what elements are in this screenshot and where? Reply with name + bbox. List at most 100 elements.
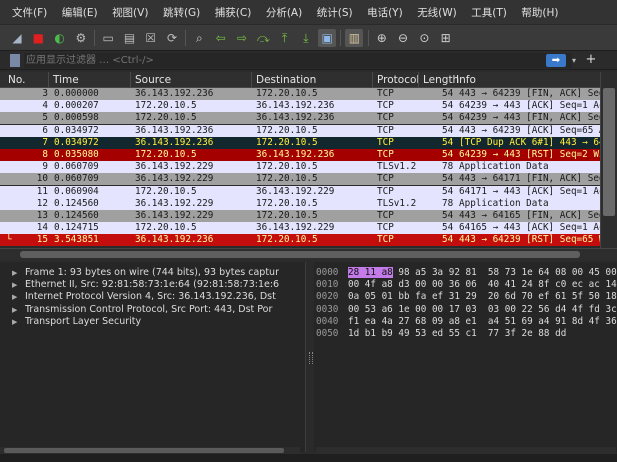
column-header-time[interactable]: Time — [48, 72, 79, 88]
packet-row[interactable]: 12 0.124560 36.143.192.229 172.20.10.5 TLSv1… — [0, 197, 600, 210]
close-file-icon[interactable]: ☒ — [142, 29, 160, 47]
zoom-out-icon[interactable]: ⊖ — [394, 29, 412, 47]
menubar: 文件(F) 编辑(E) 视图(V) 跳转(G) 捕获(C) 分析(A) 统计(S) 电话(Y)… — [0, 0, 617, 24]
expand-arrow-icon[interactable]: ▶ — [12, 304, 17, 316]
vertical-scroll-thumb[interactable] — [603, 88, 615, 216]
column-header-length[interactable]: Length — [418, 72, 459, 88]
column-header-info[interactable]: Info — [456, 72, 476, 88]
packet-row[interactable]: 9 0.060709 36.143.192.229 172.20.10.5 TLSv1.… — [0, 161, 600, 174]
normal-size-icon[interactable]: ⊙ — [415, 29, 433, 47]
packet-info: [TCP Dup ACK 6#1] 443 → 64239 — [459, 136, 600, 148]
detail-tree-item[interactable]: ▶ Internet Protocol Version 4, Src: 36.14… — [0, 291, 305, 303]
detail-tree-item[interactable]: ▶ Transmission Control Protocol, Src Port… — [0, 304, 305, 316]
capture-options-icon[interactable]: ⚙ — [72, 29, 90, 47]
packet-row[interactable]: 8 0.035080 172.20.10.5 36.143.192.236 TCP 54 6… — [0, 149, 600, 161]
packet-row[interactable]: 3 0.000000 36.143.192.236 172.20.10.5 TCP 54 4… — [0, 88, 600, 100]
menu-item-8[interactable]: 无线(W) — [417, 5, 457, 20]
hex-bytes-text: 98 a5 3a 92 81 58 73 1e 64 08 00 45 00 — [392, 267, 617, 278]
go-forward-icon[interactable]: ⇨ — [233, 29, 251, 47]
packet-destination: 36.143.192.236 — [256, 149, 335, 160]
packet-length: 54 — [442, 100, 454, 112]
packet-info: 64171 → 443 [ACK] Seq=1 Ack — [459, 185, 600, 197]
packet-row[interactable]: 10 0.060709 36.143.192.229 172.20.10.5 TCP 54… — [0, 173, 600, 186]
detail-tree-item[interactable]: ▶ Frame 1: 93 bytes on wire (744 bits), 9… — [0, 267, 305, 279]
details-horizontal-scrollbar[interactable] — [0, 447, 300, 454]
menu-item-6[interactable]: 统计(S) — [317, 5, 353, 20]
packet-source: 36.143.192.236 — [135, 136, 214, 148]
packet-list[interactable]: 3 0.000000 36.143.192.236 172.20.10.5 TCP 54 4… — [0, 88, 600, 248]
colorize-icon[interactable]: ▥ — [345, 28, 364, 47]
packet-time: 0.035080 — [54, 149, 99, 160]
bookmark-filter-icon[interactable] — [10, 54, 20, 67]
packet-row[interactable]: └ 15 3.543851 36.143.192.236 172.20.10.5 TCP 5… — [0, 234, 600, 247]
first-packet-icon[interactable]: ⤒ — [276, 29, 294, 47]
reload-file-icon[interactable]: ⟳ — [163, 29, 181, 47]
hex-bytes: f1 ea 4a 27 68 09 a8 e1 a4 51 69 a4 91 8… — [348, 316, 617, 328]
packet-row[interactable]: 13 0.124560 36.143.192.229 172.20.10.5 TCP 54… — [0, 210, 600, 222]
expand-arrow-icon[interactable]: ▶ — [12, 267, 17, 279]
column-header-source[interactable]: Source — [130, 72, 171, 88]
hex-bytes-text: 00 4f a8 d3 00 00 36 06 40 41 24 8f c0 e… — [348, 279, 617, 291]
column-header-destination[interactable]: Destination — [251, 72, 316, 88]
packet-no: 7 — [42, 136, 48, 148]
menu-item-10[interactable]: 帮助(H) — [521, 5, 558, 20]
toolbar-separator — [367, 29, 369, 46]
packet-row[interactable]: 7 0.034972 36.143.192.236 172.20.10.5 TCP 54 [… — [0, 136, 600, 149]
packet-row[interactable]: 4 0.000207 172.20.10.5 36.143.192.236 TCP 54 6… — [0, 100, 600, 113]
column-header-no[interactable]: No. — [4, 72, 25, 88]
hex-offset: 0050 — [316, 328, 339, 339]
menu-item-9[interactable]: 工具(T) — [471, 5, 507, 20]
expand-arrow-icon[interactable]: ▶ — [12, 291, 17, 303]
resize-columns-icon[interactable]: ⊞ — [437, 29, 455, 47]
display-filter-input[interactable] — [24, 53, 572, 68]
go-to-packet-icon[interactable]: ⤼ — [254, 29, 272, 47]
restart-capture-icon[interactable]: ◐ — [51, 29, 69, 47]
packet-bytes-pane[interactable]: 0000 28 11 a8 98 a5 3a 92 81 58 73 1e 64 … — [314, 262, 617, 452]
toolbar-separator — [340, 29, 342, 46]
apply-filter-button[interactable]: ➡ — [546, 54, 566, 67]
packet-source: 36.143.192.229 — [135, 173, 214, 185]
details-scroll-thumb[interactable] — [4, 448, 284, 453]
menu-item-5[interactable]: 分析(A) — [266, 5, 302, 20]
expand-arrow-icon[interactable]: ▶ — [12, 316, 17, 328]
splitter-grip-icon[interactable] — [309, 352, 313, 364]
packet-row[interactable]: 6 0.034972 36.143.192.236 172.20.10.5 TCP 54 4… — [0, 124, 600, 137]
save-file-icon[interactable]: ▤ — [120, 29, 138, 47]
detail-tree-item[interactable]: ▶ Ethernet II, Src: 92:81:58:73:1e:64 (92… — [0, 279, 305, 291]
last-packet-icon[interactable]: ⤓ — [297, 29, 315, 47]
bytes-horizontal-scrollbar[interactable] — [316, 447, 616, 454]
packet-row[interactable]: 14 0.124715 172.20.10.5 36.143.192.229 TCP 54… — [0, 222, 600, 235]
go-back-icon[interactable]: ⇦ — [212, 29, 230, 47]
filter-history-dropdown[interactable]: ▾ — [569, 53, 579, 68]
stop-capture-icon[interactable]: ■ — [29, 29, 47, 47]
menu-item-2[interactable]: 视图(V) — [112, 5, 148, 20]
packet-info: Application Data — [459, 161, 549, 173]
packet-row[interactable]: 5 0.000598 172.20.10.5 36.143.192.236 TCP 54 6… — [0, 112, 600, 125]
packet-no: 3 — [42, 88, 48, 99]
packet-destination: 36.143.192.229 — [256, 222, 335, 234]
menu-item-3[interactable]: 跳转(G) — [163, 5, 200, 20]
packet-time: 0.060709 — [54, 161, 99, 173]
expand-arrow-icon[interactable]: ▶ — [12, 279, 17, 291]
open-file-icon[interactable]: ▭ — [99, 29, 117, 47]
menu-item-1[interactable]: 编辑(E) — [62, 5, 98, 20]
packet-list-horizontal-scrollbar[interactable] — [0, 248, 617, 260]
auto-scroll-icon[interactable]: ▣ — [318, 28, 337, 47]
packet-list-vertical-scrollbar[interactable] — [600, 72, 617, 248]
menu-item-7[interactable]: 电话(Y) — [367, 5, 403, 20]
packet-length: 54 — [442, 173, 454, 185]
shark-fin-icon[interactable]: ◢ — [8, 29, 26, 47]
packet-row[interactable]: 11 0.060904 172.20.10.5 36.143.192.229 TCP 54… — [0, 185, 600, 198]
detail-tree-item[interactable]: ▶ Transport Layer Security — [0, 316, 305, 328]
packet-source: 172.20.10.5 — [135, 185, 197, 197]
add-filter-button[interactable]: + — [584, 52, 598, 68]
packet-time: 0.000598 — [54, 112, 99, 124]
horizontal-scroll-thumb[interactable] — [20, 251, 580, 258]
menu-item-4[interactable]: 捕获(C) — [215, 5, 252, 20]
menu-item-0[interactable]: 文件(F) — [12, 5, 47, 20]
zoom-in-icon[interactable]: ⊕ — [373, 29, 391, 47]
find-packet-icon[interactable]: ⌕ — [190, 29, 208, 47]
packet-time: 0.124560 — [54, 210, 99, 221]
packet-details-pane[interactable]: ▶ Frame 1: 93 bytes on wire (744 bits), 9… — [0, 262, 306, 452]
column-header-protocol[interactable]: Protocol — [372, 72, 419, 88]
